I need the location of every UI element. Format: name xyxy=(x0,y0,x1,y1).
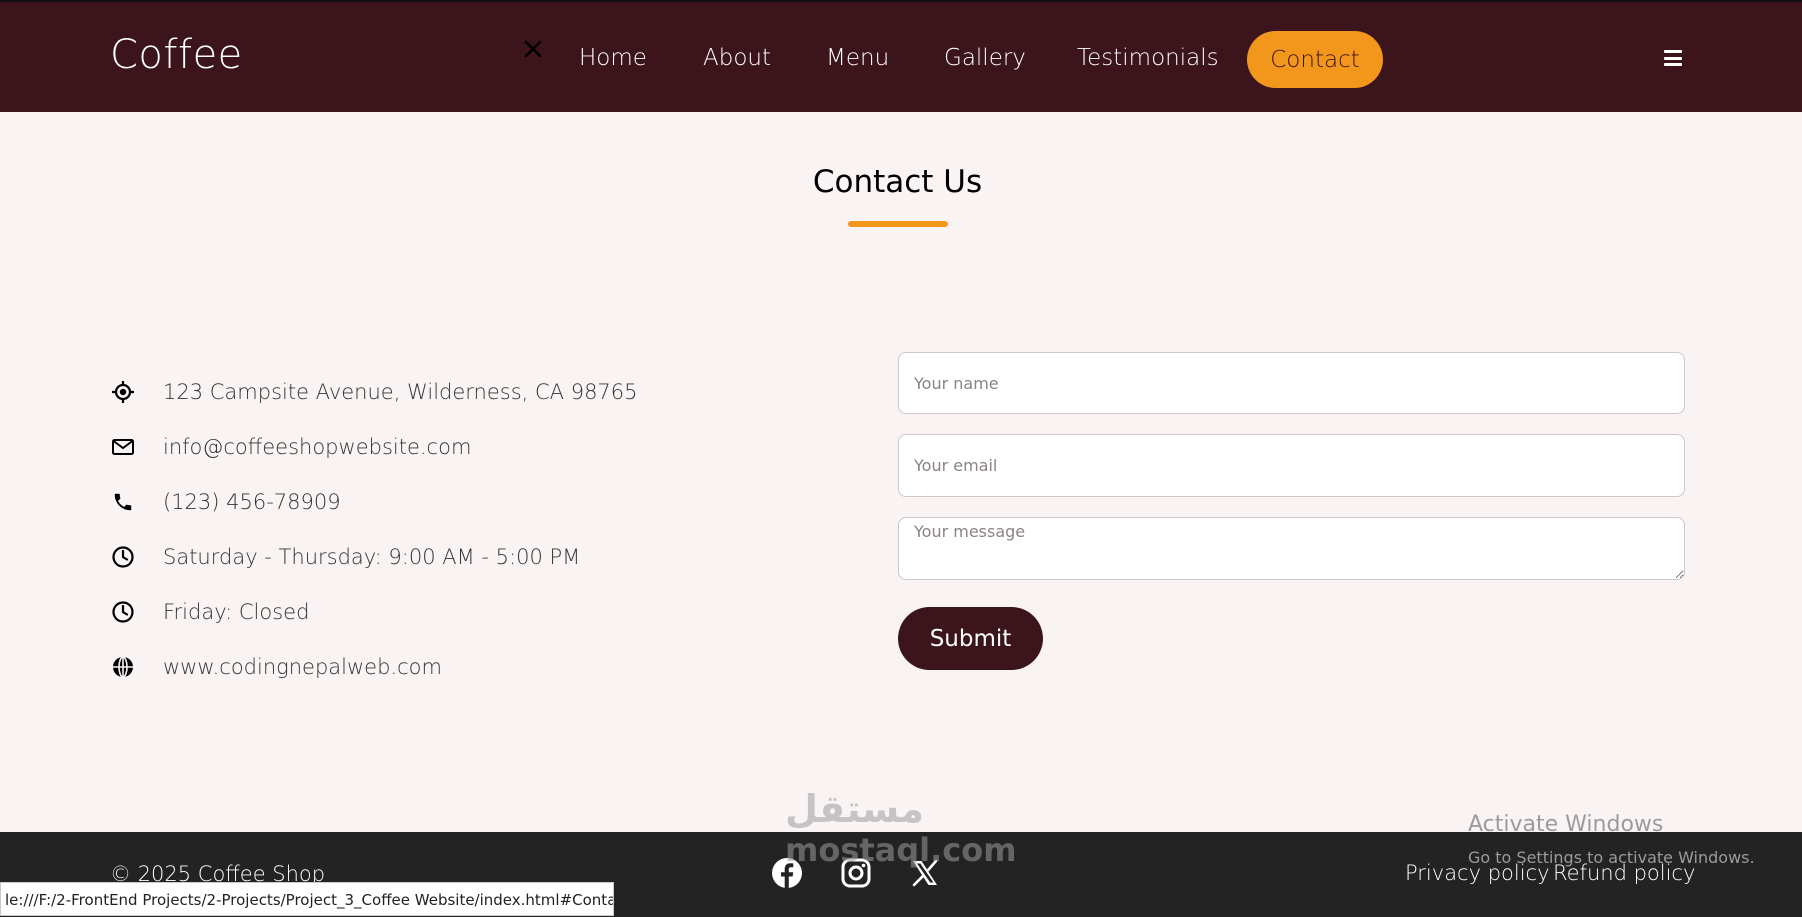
activate-windows-subtitle: Go to Settings to activate Windows. xyxy=(1468,848,1755,867)
name-input[interactable] xyxy=(898,352,1685,414)
nav-gallery[interactable]: Gallery xyxy=(944,45,1026,71)
browser-status-url: le:///F:/2-FrontEnd Projects/2-Projects/… xyxy=(0,882,614,916)
email-input[interactable] xyxy=(898,434,1685,497)
contact-phone: (123) 456-78909 xyxy=(163,490,341,514)
contact-info-hours-weekday: Saturday - Thursday: 9:00 AM - 5:00 PM xyxy=(110,542,580,572)
activate-windows-title: Activate Windows xyxy=(1468,812,1664,837)
nav-testimonials[interactable]: Testimonials xyxy=(1077,45,1219,71)
clock-icon xyxy=(110,544,136,570)
close-icon[interactable] xyxy=(522,38,544,60)
watermark-arabic: مستقل xyxy=(785,787,924,831)
submit-button[interactable]: Submit xyxy=(898,607,1043,670)
contact-info-hours-friday: Friday: Closed xyxy=(110,597,309,627)
contact-email: info@coffeeshopwebsite.com xyxy=(163,435,472,459)
location-icon xyxy=(110,379,136,405)
nav-contact[interactable]: Contact xyxy=(1247,31,1383,88)
nav-menu[interactable]: Menu xyxy=(826,45,889,71)
title-underline xyxy=(848,221,948,227)
contact-info-address: 123 Campsite Avenue, Wilderness, CA 9876… xyxy=(110,377,638,407)
contact-info-website: www.codingnepalweb.com xyxy=(110,652,442,682)
section-title: Contact Us xyxy=(812,164,983,200)
mail-icon xyxy=(110,434,136,460)
hamburger-icon[interactable] xyxy=(1664,50,1682,66)
site-logo[interactable]: Coffee xyxy=(110,32,243,78)
contact-hours-friday: Friday: Closed xyxy=(163,600,310,624)
contact-info-phone: (123) 456-78909 xyxy=(110,487,341,517)
contact-website[interactable]: www.codingnepalweb.com xyxy=(163,655,442,679)
site-header: Coffee Home About Menu Gallery Testimoni… xyxy=(0,0,1802,112)
nav-home[interactable]: Home xyxy=(579,45,647,71)
message-textarea[interactable] xyxy=(898,517,1685,580)
watermark-logo: مستقل mostaql.com xyxy=(785,790,1017,866)
contact-address: 123 Campsite Avenue, Wilderness, CA 9876… xyxy=(163,380,638,404)
nav-about[interactable]: About xyxy=(703,45,771,71)
contact-hours: Saturday - Thursday: 9:00 AM - 5:00 PM xyxy=(163,545,581,569)
watermark-latin: mostaql.com xyxy=(785,831,1017,869)
contact-info-email: info@coffeeshopwebsite.com xyxy=(110,432,471,462)
phone-icon xyxy=(110,489,136,515)
clock-icon xyxy=(110,599,136,625)
globe-icon xyxy=(110,654,136,680)
